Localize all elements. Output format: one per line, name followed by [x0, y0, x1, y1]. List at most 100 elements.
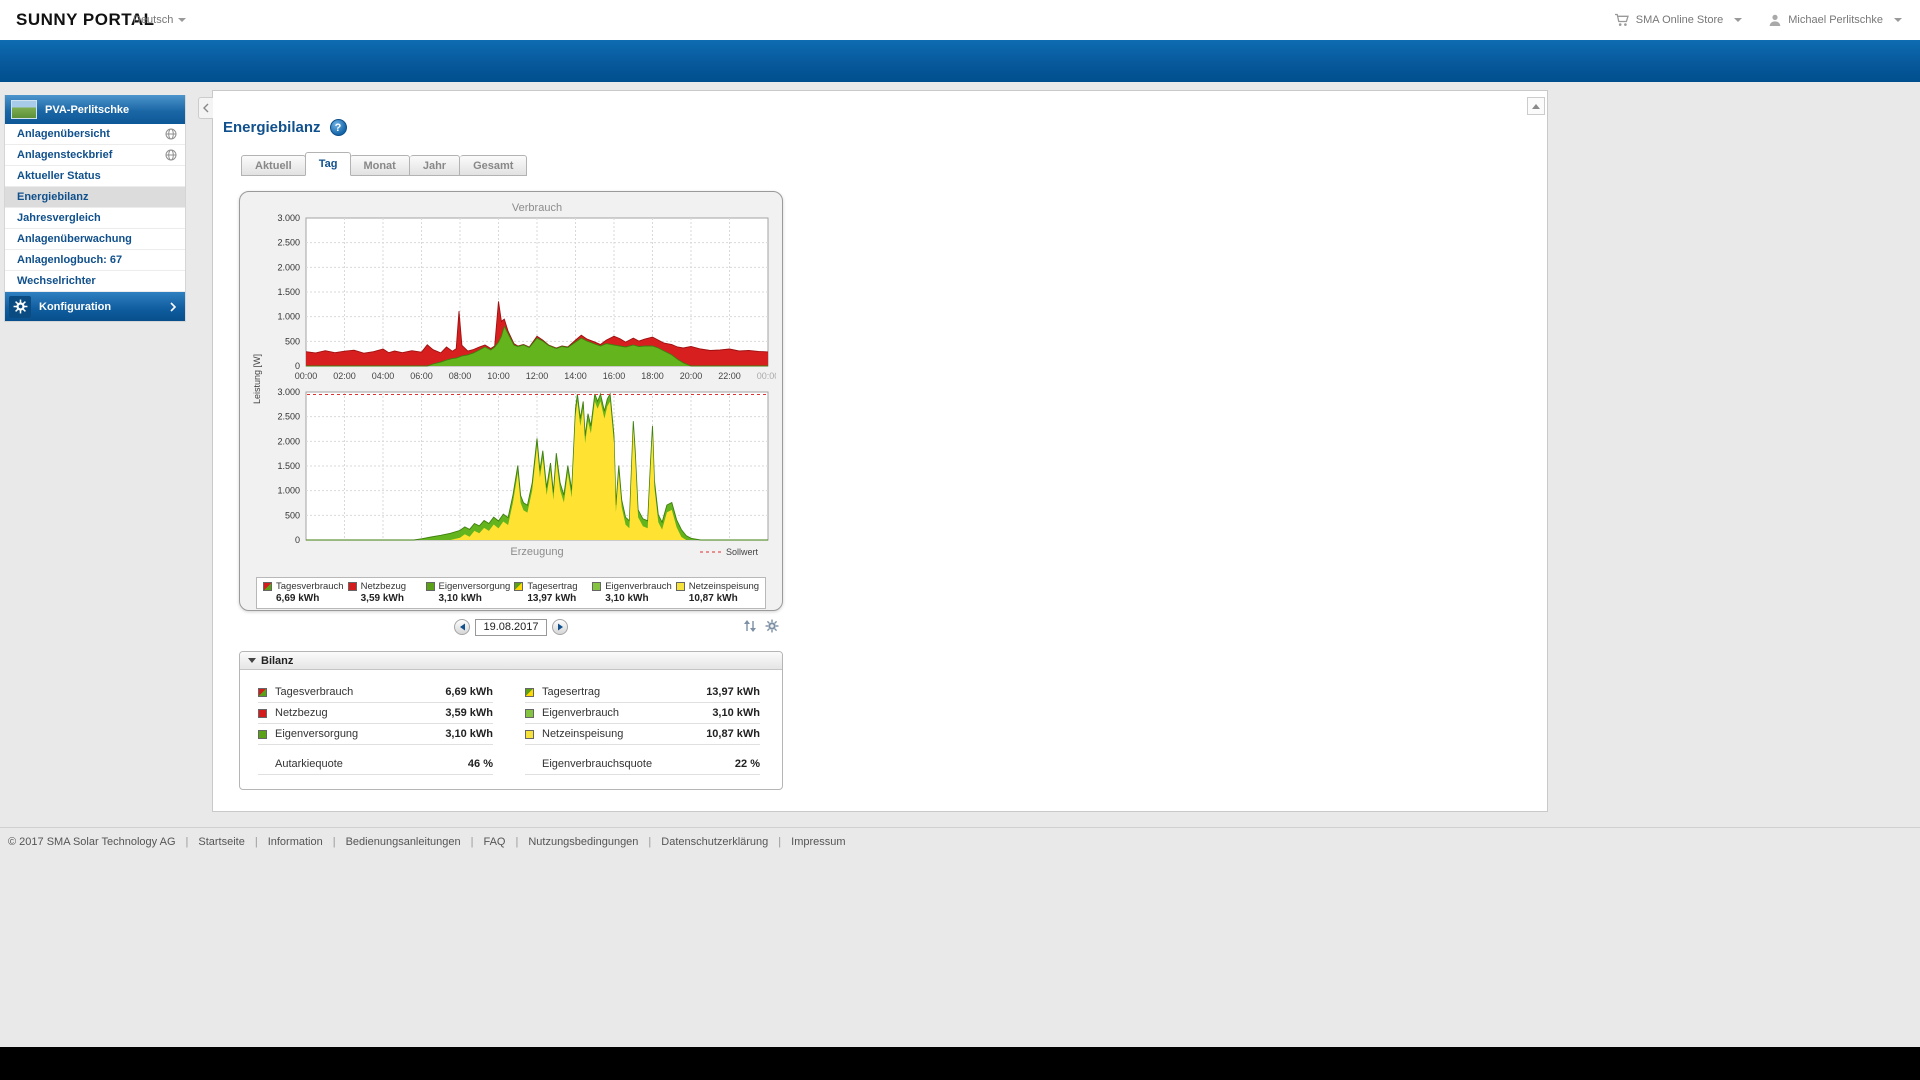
svg-text:20:00: 20:00 [680, 371, 703, 381]
language-label: Deutsch [133, 14, 174, 26]
sidebar-item-anlagensteckbrief[interactable]: Anlagensteckbrief [5, 145, 185, 166]
svg-text:3.000: 3.000 [277, 213, 300, 223]
svg-text:1.500: 1.500 [277, 287, 300, 297]
legend-eigenverbrauch: Eigenverbrauch 3,10 kWh [590, 581, 674, 604]
bilanz-row-netzbezug: Netzbezug 3,59 kWh [258, 703, 493, 724]
page-title: Energiebilanz [223, 119, 321, 136]
sidebar-item-anlagenlogbuch[interactable]: Anlagenlogbuch: 67 [5, 250, 185, 271]
svg-text:00:00: 00:00 [295, 371, 318, 381]
eigenversorgung-swatch [258, 729, 267, 739]
svg-text:10:00: 10:00 [487, 371, 510, 381]
date-input[interactable] [475, 618, 547, 636]
svg-text:18:00: 18:00 [641, 371, 664, 381]
chevron-down-icon [1734, 18, 1743, 22]
svg-text:Erzeugung: Erzeugung [510, 546, 563, 558]
tab-tag[interactable]: Tag [304, 152, 352, 176]
sort-icon[interactable] [743, 619, 757, 633]
legend-tagesverbrauch: Tagesverbrauch 6,69 kWh [261, 581, 346, 604]
globe-icon [165, 149, 177, 161]
collapse-triangle-icon [248, 658, 256, 663]
user-icon [1769, 14, 1781, 26]
footer-link-datenschutzerklaerung[interactable]: Datenschutzerklärung [638, 836, 768, 848]
svg-text:0: 0 [295, 535, 300, 545]
scroll-to-top-button[interactable] [1527, 97, 1545, 115]
sidebar-item-energiebilanz[interactable]: Energiebilanz [5, 187, 185, 208]
bilanz-header[interactable]: Bilanz [240, 652, 782, 670]
tab-monat[interactable]: Monat [350, 155, 410, 176]
svg-text:1.000: 1.000 [277, 486, 300, 496]
chevron-down-icon [1894, 18, 1902, 22]
plant-header[interactable]: PVA-Perlitschke [5, 95, 185, 124]
bilanz-row-tagesverbrauch: Tagesverbrauch 6,69 kWh [258, 682, 493, 703]
eigenverbrauch-swatch [525, 708, 534, 718]
date-navigation [239, 617, 783, 637]
online-store-link[interactable]: SMA Online Store [1614, 13, 1743, 27]
svg-text:2.500: 2.500 [277, 412, 300, 422]
footer-link-impressum[interactable]: Impressum [768, 836, 845, 848]
chart-legend: Tagesverbrauch 6,69 kWh Netzbezug 3,59 k… [256, 577, 766, 609]
svg-text:2.500: 2.500 [277, 238, 300, 248]
settings-gear-icon[interactable] [765, 619, 779, 633]
plant-thumbnail [11, 100, 37, 119]
sidebar-collapse-button[interactable] [198, 97, 213, 119]
svg-text:3.000: 3.000 [277, 387, 300, 397]
page: SUNNY PORTAL Deutsch SMA Online Store Mi… [0, 0, 1920, 1080]
tab-strip: Aktuell Tag Monat Jahr Gesamt [241, 152, 1547, 176]
chevron-left-icon [203, 103, 209, 113]
chevron-up-icon [1532, 103, 1540, 109]
chevron-down-icon [178, 18, 187, 23]
svg-text:00:00: 00:00 [757, 371, 776, 381]
next-day-button[interactable] [552, 619, 568, 635]
chevron-right-icon [170, 301, 177, 312]
netzbezug-swatch [258, 708, 267, 718]
svg-text:1.000: 1.000 [277, 312, 300, 322]
bilanz-row-tagesertrag: Tagesertrag 13,97 kWh [525, 682, 760, 703]
svg-text:08:00: 08:00 [449, 371, 472, 381]
svg-text:06:00: 06:00 [410, 371, 433, 381]
language-selector[interactable]: Deutsch [133, 14, 187, 26]
footer-link-startseite[interactable]: Startseite [176, 836, 245, 848]
help-icon[interactable] [329, 119, 347, 136]
footer-divider [0, 827, 1920, 828]
tab-jahr[interactable]: Jahr [409, 155, 461, 176]
cart-icon [1614, 13, 1629, 26]
sidebar-item-anlagenueberwachung[interactable]: Anlagenüberwachung [5, 229, 185, 250]
footer-link-bedienungsanleitungen[interactable]: Bedienungsanleitungen [323, 836, 461, 848]
bilanz-row-autarkiequote: Autarkiequote 46 % [258, 754, 493, 775]
sidebar-item-konfiguration[interactable]: Konfiguration [5, 292, 185, 321]
bilanz-row-eigenverbrauch: Eigenverbrauch 3,10 kWh [525, 703, 760, 724]
footer-link-information[interactable]: Information [245, 836, 323, 848]
sidebar-item-aktueller-status[interactable]: Aktueller Status [5, 166, 185, 187]
footer-link-faq[interactable]: FAQ [461, 836, 506, 848]
svg-text:12:00: 12:00 [526, 371, 549, 381]
user-menu[interactable]: Michael Perlitschke [1768, 13, 1902, 27]
nav-band [0, 40, 1920, 82]
tagesertrag-swatch [525, 687, 534, 697]
bilanz-panel: Bilanz Tagesverbrauch 6,69 kWh Netzbezug… [239, 651, 783, 790]
previous-day-button[interactable] [454, 619, 470, 635]
tab-gesamt[interactable]: Gesamt [460, 155, 528, 176]
svg-text:Sollwert: Sollwert [726, 547, 759, 557]
tab-aktuell[interactable]: Aktuell [241, 155, 306, 176]
footer-link-nutzungsbedingungen[interactable]: Nutzungsbedingungen [505, 836, 638, 848]
legend-eigenversorgung: Eigenversorgung 3,10 kWh [424, 581, 513, 604]
bilanz-left-column: Tagesverbrauch 6,69 kWh Netzbezug 3,59 k… [258, 682, 493, 775]
tagesertrag-swatch [514, 582, 524, 591]
arrow-right-icon [557, 623, 563, 631]
energy-balance-chart: 3.0002.5002.0001.5001.000500000:00 02:00 0… [252, 202, 779, 558]
netzeinspeisung-swatch [525, 729, 534, 739]
user-label: Michael Perlitschke [1788, 14, 1883, 26]
svg-text:22:00: 22:00 [718, 371, 741, 381]
gear-icon [9, 295, 31, 318]
top-bar: SUNNY PORTAL Deutsch SMA Online Store Mi… [0, 0, 1920, 40]
legend-tagesertrag: Tagesertrag 13,97 kWh [512, 581, 590, 604]
svg-text:16:00: 16:00 [603, 371, 626, 381]
store-label: SMA Online Store [1635, 14, 1724, 26]
sidebar-item-anlagenuebersicht[interactable]: Anlagenübersicht [5, 124, 185, 145]
svg-text:02:00: 02:00 [333, 371, 356, 381]
sidebar-item-wechselrichter[interactable]: Wechselrichter [5, 271, 185, 292]
sidebar: PVA-Perlitschke Anlagenübersicht Anlagen… [4, 95, 186, 322]
netzbezug-swatch [347, 582, 357, 591]
plant-name: PVA-Perlitschke [45, 103, 130, 116]
sidebar-item-jahresvergleich[interactable]: Jahresvergleich [5, 208, 185, 229]
